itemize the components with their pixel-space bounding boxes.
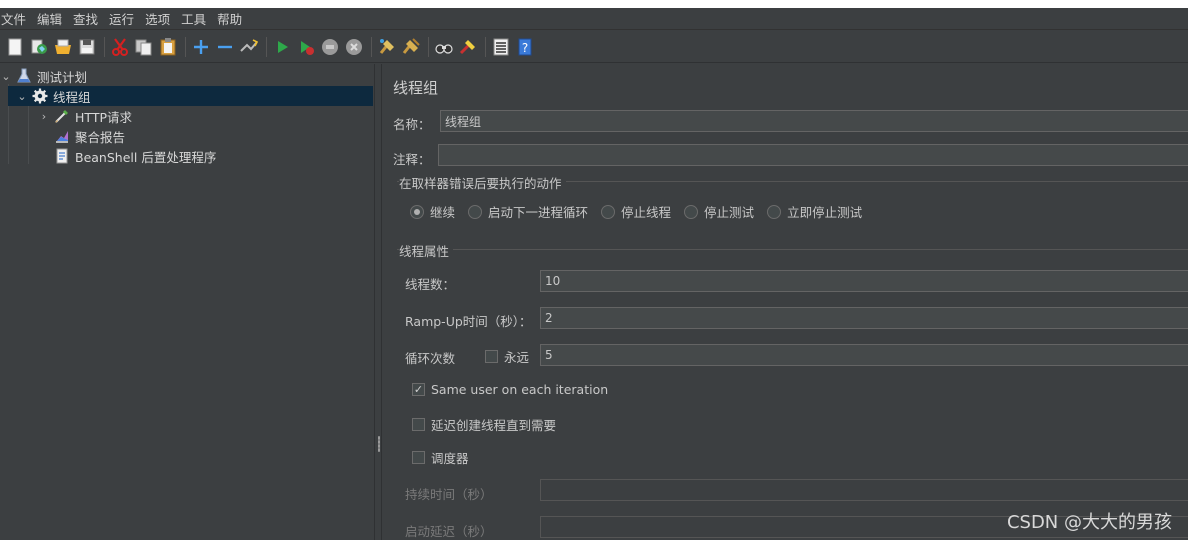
startup-delay-label: 启动延迟（秒） (405, 524, 493, 539)
aggregate-report-chart-icon (54, 128, 70, 144)
window-top-strip (0, 0, 1188, 8)
menu-search[interactable]: 查找 (73, 9, 104, 28)
loop-count-field[interactable] (540, 344, 1188, 366)
tree-guide (28, 104, 29, 164)
threads-label: 线程数： (405, 277, 456, 292)
toggle-icon[interactable] (238, 36, 260, 58)
threads-field[interactable] (540, 270, 1188, 292)
same-user-checkbox[interactable]: ✓ Same user on each iteration (412, 382, 608, 397)
radio-button[interactable] (468, 204, 483, 219)
toolbar-separator (266, 36, 267, 57)
start-icon[interactable] (271, 36, 293, 58)
help-icon[interactable]: ? (514, 36, 536, 58)
comment-field[interactable] (438, 144, 1188, 166)
tree-node-http-request[interactable]: › HTTP请求 (38, 106, 373, 126)
delay-thread-creation-checkbox[interactable]: 延迟创建线程直到需要 (412, 415, 556, 434)
props-group-title: 线程属性 (399, 241, 454, 260)
reset-search-icon[interactable] (457, 36, 479, 58)
new-icon[interactable] (4, 36, 26, 58)
tree-node-aggregate-report[interactable]: 聚合报告 (54, 126, 373, 146)
tree-node-label: 聚合报告 (75, 129, 126, 145)
loop-count-label: 循环次数 (405, 351, 456, 366)
expand-icon[interactable] (190, 36, 212, 58)
radio-button[interactable] (684, 204, 699, 219)
menubar: 文件 编辑 查找 运行 选项 工具 帮助 (0, 8, 1188, 30)
chevron-down-icon[interactable]: ⌄ (0, 70, 12, 83)
forever-checkbox[interactable]: 永远 (485, 347, 529, 366)
clear-icon[interactable] (376, 36, 398, 58)
chevron-right-icon[interactable]: › (38, 110, 50, 123)
tree-node-label: BeanShell 后置处理程序 (75, 149, 217, 165)
cut-icon[interactable] (109, 36, 131, 58)
split-pane-divider[interactable] (374, 64, 382, 540)
toolbar-separator (485, 36, 486, 57)
tree-node-label: 线程组 (53, 89, 91, 105)
error-action-radio-group: 继续 启动下一进程循环 停止线程 停止测试 立即停止测试 (410, 202, 875, 221)
tree-node-label: 测试计划 (37, 69, 88, 85)
comment-label: 注释： (393, 152, 431, 167)
radio-button[interactable] (601, 204, 616, 219)
name-label: 名称： (393, 117, 431, 132)
open-icon[interactable] (52, 36, 74, 58)
splitter-grip[interactable] (378, 436, 380, 452)
menu-tools[interactable]: 工具 (181, 9, 212, 28)
checkbox-box[interactable] (412, 418, 425, 431)
paste-icon[interactable] (157, 36, 179, 58)
scheduler-checkbox[interactable]: 调度器 (412, 448, 469, 467)
svg-text:?: ? (522, 41, 528, 55)
test-plan-icon (16, 68, 32, 84)
toolbar-separator (104, 36, 105, 57)
radio-continue[interactable]: 继续 (410, 202, 455, 221)
menu-run[interactable]: 运行 (109, 9, 140, 28)
tree-node-label: HTTP请求 (75, 109, 132, 125)
toolbar-separator (185, 36, 186, 57)
tree-node-test-plan[interactable]: ⌄ 测试计划 (0, 66, 374, 86)
collapse-icon[interactable] (214, 36, 236, 58)
shutdown-icon[interactable] (343, 36, 365, 58)
radio-button[interactable] (767, 204, 782, 219)
checkbox-box[interactable] (485, 350, 498, 363)
radio-button[interactable] (410, 204, 424, 219)
check-icon[interactable]: ✓ (412, 383, 425, 396)
toolbar-separator (428, 36, 429, 57)
function-helper-icon[interactable] (490, 36, 512, 58)
duration-field[interactable] (540, 479, 1188, 501)
toolbar: ? (0, 31, 1188, 63)
radio-stop-test[interactable]: 停止测试 (684, 202, 754, 221)
copy-icon[interactable] (133, 36, 155, 58)
http-sampler-pen-icon (54, 108, 70, 124)
save-icon[interactable] (76, 36, 98, 58)
stop-icon[interactable] (319, 36, 341, 58)
search-icon[interactable] (433, 36, 455, 58)
rampup-label: Ramp-Up时间（秒）： (405, 314, 532, 329)
templates-icon[interactable] (28, 36, 50, 58)
radio-stop-thread[interactable]: 停止线程 (601, 202, 671, 221)
radio-start-next-loop[interactable]: 启动下一进程循环 (468, 202, 588, 221)
test-plan-tree: ⌄ 测试计划 ⌄ 线程组 › HTTP请求 聚合报告 BeanShell 后置处… (0, 64, 374, 540)
rampup-field[interactable] (540, 307, 1188, 329)
start-no-pause-icon[interactable] (295, 36, 317, 58)
tree-node-beanshell-postprocessor[interactable]: BeanShell 后置处理程序 (54, 146, 373, 166)
duration-label: 持续时间（秒） (405, 487, 493, 502)
menu-help[interactable]: 帮助 (217, 9, 248, 28)
chevron-down-icon[interactable]: ⌄ (16, 90, 28, 103)
menu-file[interactable]: 文件 (1, 9, 32, 28)
checkbox-box[interactable] (412, 451, 425, 464)
menu-options[interactable]: 选项 (145, 9, 176, 28)
tree-node-thread-group[interactable]: ⌄ 线程组 (8, 86, 373, 106)
watermark: CSDN @大大的男孩 (1006, 512, 1172, 533)
radio-stop-test-now[interactable]: 立即停止测试 (767, 202, 862, 221)
panel-title: 线程组 (393, 79, 439, 97)
thread-group-gear-icon (32, 88, 48, 104)
menu-edit[interactable]: 编辑 (37, 9, 68, 28)
beanshell-script-icon (54, 148, 70, 164)
thread-group-panel: 线程组 名称： 注释： 在取样器错误后要执行的动作 继续 启动下一进程循环 停止… (383, 64, 1188, 540)
toolbar-separator (371, 36, 372, 57)
error-group-title: 在取样器错误后要执行的动作 (399, 173, 566, 192)
props-group-border (397, 249, 1188, 250)
name-field[interactable] (440, 110, 1188, 132)
clear-all-icon[interactable] (400, 36, 422, 58)
